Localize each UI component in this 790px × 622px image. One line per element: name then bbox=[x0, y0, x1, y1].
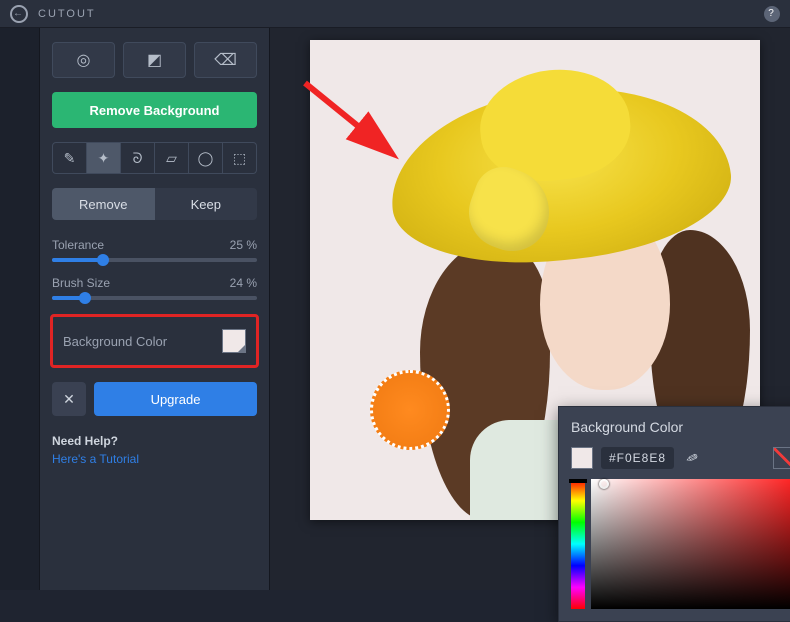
invert-icon: ◩ bbox=[147, 50, 162, 70]
left-rail bbox=[0, 28, 40, 590]
background-color-label: Background Color bbox=[63, 334, 167, 349]
upgrade-label: Upgrade bbox=[151, 392, 201, 407]
marquee-icon: ⬚ bbox=[233, 150, 246, 167]
mode-remove[interactable]: Remove bbox=[52, 188, 155, 220]
cutout-panel: ◎ ◩ ⌫ Remove Background ✎ ✦ ᘐ ▱ ◯ ⬚ Remo… bbox=[40, 28, 270, 590]
wand-icon: ✦ bbox=[98, 150, 110, 167]
saturation-marker[interactable] bbox=[599, 479, 609, 489]
annotation-arrow-icon bbox=[300, 78, 410, 168]
brush-block: Brush Size 24 % bbox=[52, 276, 257, 300]
brush-slider[interactable] bbox=[52, 296, 257, 300]
help-tutorial-link[interactable]: Here's a Tutorial bbox=[52, 452, 257, 466]
back-icon[interactable]: ← bbox=[10, 5, 28, 23]
mode-remove-label: Remove bbox=[79, 197, 127, 212]
magic-wand-tool[interactable]: ✦ bbox=[87, 143, 121, 173]
erase-icon: ⌫ bbox=[214, 50, 237, 70]
lasso-tool[interactable]: ᘐ bbox=[121, 143, 155, 173]
tolerance-value: 25 % bbox=[230, 238, 257, 252]
upgrade-button[interactable]: Upgrade bbox=[94, 382, 257, 416]
help-block: Need Help? Here's a Tutorial bbox=[52, 434, 257, 466]
invert-tool-button[interactable]: ◩ bbox=[123, 42, 186, 78]
eyedropper-icon[interactable]: ✎ bbox=[679, 445, 705, 471]
pencil-icon: ✎ bbox=[64, 150, 76, 167]
lasso-icon: ᘐ bbox=[133, 150, 143, 167]
pencil-tool[interactable]: ✎ bbox=[53, 143, 87, 173]
panel-header: ← CUTOUT ? bbox=[0, 0, 790, 28]
background-color-row[interactable]: Background Color bbox=[50, 314, 259, 368]
color-picker-title: Background Color bbox=[571, 419, 790, 435]
polygon-tool[interactable]: ▱ bbox=[155, 143, 189, 173]
remove-background-label: Remove Background bbox=[89, 103, 219, 118]
square-target-icon: ◎ bbox=[77, 50, 91, 70]
tolerance-label: Tolerance bbox=[52, 238, 104, 252]
marquee-tool[interactable]: ⬚ bbox=[223, 143, 256, 173]
no-color-swatch[interactable] bbox=[773, 447, 790, 469]
help-question: Need Help? bbox=[52, 434, 257, 448]
current-color-swatch[interactable] bbox=[571, 447, 593, 469]
canvas-area: Background Color #F0E8E8 ✎ ⤢ − bbox=[270, 28, 790, 590]
panel-title: CUTOUT bbox=[38, 8, 96, 20]
circle-icon: ◯ bbox=[198, 150, 214, 167]
tolerance-slider[interactable] bbox=[52, 258, 257, 262]
illustration-badge bbox=[370, 370, 450, 450]
mode-segmented: Remove Keep bbox=[52, 188, 257, 220]
mode-keep[interactable]: Keep bbox=[155, 188, 258, 220]
background-color-swatch[interactable] bbox=[222, 329, 246, 353]
erase-tool-button[interactable]: ⌫ bbox=[194, 42, 257, 78]
remove-background-button[interactable]: Remove Background bbox=[52, 92, 257, 128]
selection-tools: ✎ ✦ ᘐ ▱ ◯ ⬚ bbox=[52, 142, 257, 174]
brush-value: 24 % bbox=[230, 276, 257, 290]
close-icon: ✕ bbox=[63, 391, 75, 408]
hex-input[interactable]: #F0E8E8 bbox=[601, 447, 674, 469]
help-icon[interactable]: ? bbox=[764, 6, 780, 22]
shape-tool-button[interactable]: ◎ bbox=[52, 42, 115, 78]
hue-marker[interactable] bbox=[569, 479, 587, 483]
mode-keep-label: Keep bbox=[191, 197, 221, 212]
brush-label: Brush Size bbox=[52, 276, 110, 290]
close-button[interactable]: ✕ bbox=[52, 382, 86, 416]
circle-tool[interactable]: ◯ bbox=[189, 143, 223, 173]
tolerance-block: Tolerance 25 % bbox=[52, 238, 257, 262]
polygon-icon: ▱ bbox=[166, 150, 177, 167]
